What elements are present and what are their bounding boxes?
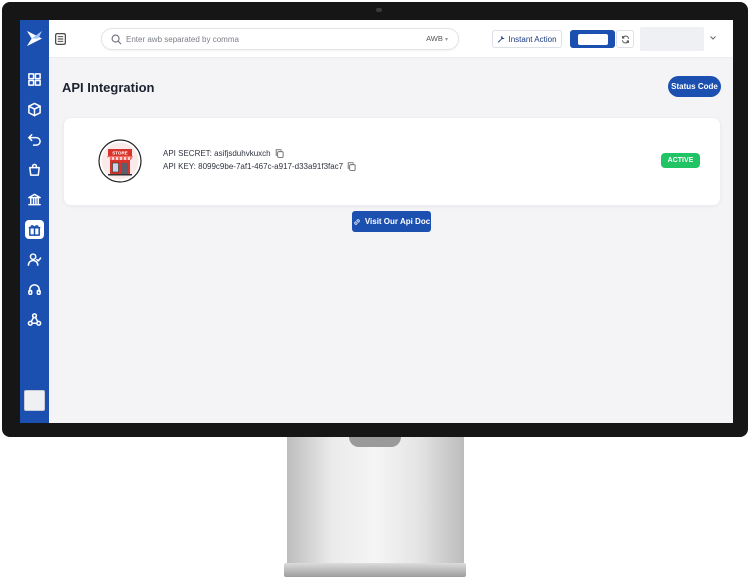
sidebar-item-integrations[interactable] — [25, 220, 44, 239]
instant-action-button[interactable]: Instant Action — [492, 30, 562, 48]
status-badge: ACTIVE — [661, 153, 700, 168]
search-filter-dropdown[interactable]: AWB ▾ — [426, 34, 448, 43]
api-key-row: API KEY: 8099c9be-7af1-467c-a917-d33a91f… — [163, 162, 356, 171]
store-sign-text: STORE — [112, 151, 127, 156]
status-code-button[interactable]: Status Code — [668, 76, 721, 97]
link-icon — [354, 218, 360, 225]
store-logo-icon: STORE — [98, 139, 142, 183]
sidebar-item-orders[interactable] — [25, 100, 44, 119]
search-icon — [111, 34, 122, 45]
integration-gift-icon — [28, 225, 41, 236]
account-selector[interactable] — [640, 27, 704, 51]
user-check-icon — [27, 253, 42, 266]
copy-icon[interactable] — [275, 149, 284, 158]
bank-icon — [28, 193, 41, 206]
sidebar-item-support[interactable] — [25, 280, 44, 299]
api-key-text: API KEY: 8099c9be-7af1-467c-a917-d33a91f… — [163, 162, 344, 171]
menu-icon[interactable] — [55, 33, 66, 45]
sidebar-item-dashboard[interactable] — [25, 70, 44, 89]
wrench-icon — [498, 35, 506, 43]
sidebar-item-shop[interactable] — [25, 160, 44, 179]
chevron-down-icon[interactable] — [709, 34, 717, 42]
headset-icon — [28, 284, 41, 295]
integration-card: STORE API SECRET: asifjsduhvkuxch API KE… — [63, 117, 721, 206]
search-filter-label: AWB — [426, 34, 443, 43]
awb-search-input[interactable] — [126, 32, 416, 47]
visit-api-doc-label: Visit Our Api Doc — [364, 217, 431, 226]
sidebar-item-returns[interactable] — [25, 130, 44, 149]
webhook-icon — [27, 313, 42, 326]
sidebar-item-billing[interactable] — [25, 190, 44, 209]
visit-api-doc-button[interactable]: Visit Our Api Doc — [352, 211, 431, 232]
brand-logo-icon[interactable] — [25, 29, 44, 48]
api-secret-row: API SECRET: asifjsduhvkuxch — [163, 149, 284, 158]
dashboard-icon — [28, 73, 41, 86]
sidebar-profile-placeholder[interactable] — [24, 390, 45, 411]
return-icon — [28, 134, 41, 146]
copy-icon[interactable] — [347, 162, 356, 171]
refresh-icon — [621, 35, 629, 43]
page-title: API Integration — [62, 80, 155, 95]
top-bar: AWB ▾ Instant Action — [49, 20, 733, 58]
camera — [376, 8, 382, 12]
monitor-stand — [287, 437, 464, 565]
monitor-stand-foot — [284, 563, 466, 577]
chevron-down-icon: ▾ — [444, 37, 448, 43]
sidebar-item-users[interactable] — [25, 250, 44, 269]
sidebar — [20, 20, 49, 423]
refresh-button[interactable] — [616, 30, 634, 48]
instant-action-label: Instant Action — [508, 34, 557, 44]
package-icon — [28, 102, 41, 117]
monitor-stand-hinge — [349, 437, 401, 447]
sidebar-item-webhooks[interactable] — [25, 310, 44, 329]
header-primary-button-placeholder — [577, 33, 608, 45]
awb-search-bar: AWB ▾ — [101, 28, 459, 50]
api-secret-text: API SECRET: asifjsduhvkuxch — [163, 149, 271, 158]
shopping-bag-icon — [29, 163, 40, 176]
monitor-frame: AWB ▾ Instant Action — [2, 2, 748, 437]
header-primary-button[interactable] — [570, 30, 615, 48]
app-screen: AWB ▾ Instant Action — [20, 20, 733, 423]
